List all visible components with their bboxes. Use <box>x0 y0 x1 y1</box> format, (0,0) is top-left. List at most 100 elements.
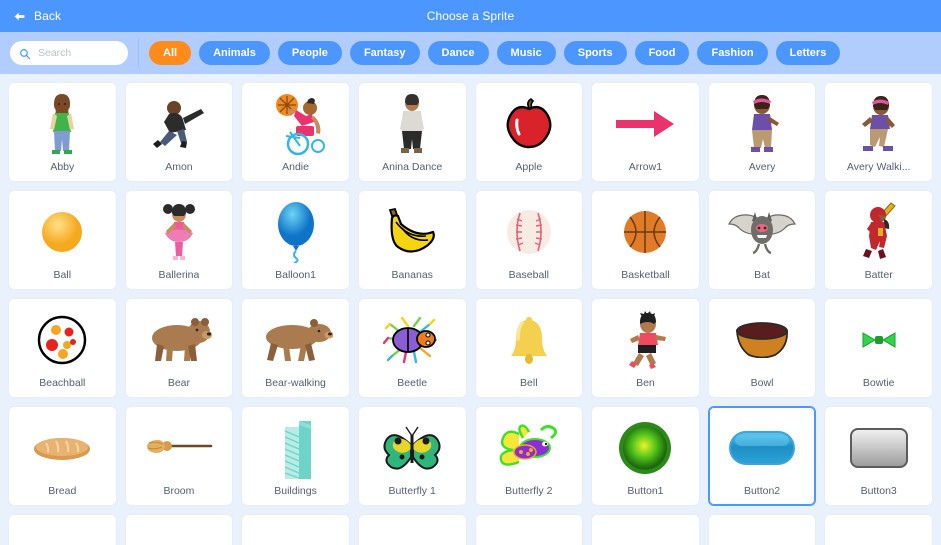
sprite-card-ballerina[interactable]: Ballerina <box>124 190 234 290</box>
sprite-card-balloon1[interactable]: Balloon1 <box>241 190 350 290</box>
sprite-card-button3[interactable]: Button3 <box>824 406 933 506</box>
sprite-card-bear[interactable]: Bear <box>124 298 234 398</box>
sprite-label: Butterfly 2 <box>505 485 553 497</box>
basketball-icon <box>592 191 699 269</box>
broom-icon <box>126 407 233 485</box>
sprite-label: Button1 <box>627 485 664 497</box>
sprite-label: Broom <box>163 485 195 497</box>
tag-music[interactable]: Music <box>496 41 556 65</box>
sprite-card-arrow1[interactable]: Arrow1 <box>591 82 700 182</box>
tag-food[interactable]: Food <box>634 41 690 65</box>
bear-walking-icon <box>242 299 349 377</box>
sprite-card[interactable] <box>824 514 933 545</box>
sprite-label: Bowl <box>750 377 774 389</box>
sprite-label: Abby <box>50 161 75 173</box>
person-anina-dance-icon <box>359 83 466 161</box>
sprite-grid-scroll[interactable]: Abby Amon Andie Anina Dance Apple Arrow1… <box>0 74 941 545</box>
sprite-card-bread[interactable]: Bread <box>8 406 117 506</box>
sprite-card-broom[interactable]: Broom <box>124 406 234 506</box>
sprite-card-avery-walki[interactable]: Avery Walki... <box>824 82 933 182</box>
filter-divider <box>138 38 139 68</box>
sprite-card-butterfly-1[interactable]: Butterfly 1 <box>357 406 467 506</box>
tag-fantasy[interactable]: Fantasy <box>349 41 420 65</box>
sprite-card-button1[interactable]: Button1 <box>591 406 700 506</box>
sprite-card[interactable] <box>357 514 467 545</box>
sprite-card-bear-walking[interactable]: Bear-walking <box>241 298 350 398</box>
sprite-label: Bananas <box>391 269 433 281</box>
bat-icon <box>709 191 816 269</box>
bell-icon <box>476 299 583 377</box>
button-blue-pill-icon <box>709 407 816 485</box>
sprite-card-avery[interactable]: Avery <box>707 82 817 182</box>
sprite-card-andie[interactable]: Andie <box>241 82 350 182</box>
tag-sports[interactable]: Sports <box>563 41 627 65</box>
sprite-card-bat[interactable]: Bat <box>707 190 817 290</box>
sprite-label: Batter <box>864 269 893 281</box>
sprite-card-beachball[interactable]: Beachball <box>8 298 117 398</box>
sprite-card[interactable] <box>8 514 117 545</box>
back-button[interactable]: Back <box>13 9 61 23</box>
sprite-label: Ballerina <box>158 269 200 281</box>
person-amon-icon <box>126 83 233 161</box>
beachball-icon <box>9 299 116 377</box>
arrow-right-icon <box>592 83 699 161</box>
sprite-card-abby[interactable]: Abby <box>8 82 117 182</box>
sprite-card[interactable] <box>474 514 584 545</box>
sprite-card-basketball[interactable]: Basketball <box>591 190 700 290</box>
person-avery-walking-icon <box>825 83 932 161</box>
bear-icon <box>126 299 233 377</box>
arrow-left-icon <box>13 10 26 23</box>
bowl-icon <box>709 299 816 377</box>
apple-icon <box>476 83 583 161</box>
bread-icon <box>9 407 116 485</box>
sprite-card-beetle[interactable]: Beetle <box>357 298 467 398</box>
tag-animals[interactable]: Animals <box>199 41 270 65</box>
tag-dance[interactable]: Dance <box>427 41 489 65</box>
tag-letters[interactable]: Letters <box>775 41 841 65</box>
tag-list: All Animals People Fantasy Dance Music Sports F… <box>149 41 841 65</box>
search-input[interactable] <box>38 47 119 59</box>
balloon-icon <box>242 191 349 269</box>
sprite-card-bell[interactable]: Bell <box>474 298 584 398</box>
sprite-card-butterfly-2[interactable]: Butterfly 2 <box>474 406 584 506</box>
sprite-card-amon[interactable]: Amon <box>124 82 234 182</box>
sprite-card[interactable] <box>707 514 817 545</box>
sprite-label: Butterfly 1 <box>388 485 436 497</box>
sprite-card[interactable] <box>241 514 350 545</box>
sprite-card[interactable] <box>124 514 234 545</box>
sprite-card-bowl[interactable]: Bowl <box>707 298 817 398</box>
dialog-header: Back Choose a Sprite <box>0 0 941 32</box>
search-box[interactable] <box>10 41 128 65</box>
sprite-label: Beachball <box>39 377 86 389</box>
sprite-card-buildings[interactable]: Buildings <box>241 406 350 506</box>
sprite-label: Button2 <box>743 485 781 497</box>
sprite-label: Buildings <box>274 485 317 497</box>
sprite-card-apple[interactable]: Apple <box>474 82 584 182</box>
sprite-label: Bowtie <box>862 377 895 389</box>
sprite-label: Beetle <box>397 377 428 389</box>
tag-fashion[interactable]: Fashion <box>697 41 768 65</box>
person-batter-icon <box>825 191 932 269</box>
button-green-round-icon <box>592 407 699 485</box>
sprite-card-button2[interactable]: Button2 <box>707 406 817 506</box>
sprite-card[interactable] <box>591 514 700 545</box>
bowtie-icon <box>825 299 932 377</box>
sprite-label: Anina Dance <box>382 161 443 173</box>
sprite-card-ball[interactable]: Ball <box>8 190 117 290</box>
sprite-label: Bear-walking <box>265 377 326 389</box>
sprite-card-baseball[interactable]: Baseball <box>474 190 584 290</box>
tag-people[interactable]: People <box>277 41 342 65</box>
person-andie-wheelchair-icon <box>242 83 349 161</box>
button-gray-rect-icon <box>825 407 932 485</box>
sprite-card-bowtie[interactable]: Bowtie <box>824 298 933 398</box>
person-abby-icon <box>9 83 116 161</box>
person-arms-out-icon <box>359 515 466 545</box>
sprite-card-ben[interactable]: Ben <box>591 298 700 398</box>
sprite-card-bananas[interactable]: Bananas <box>357 190 467 290</box>
tag-all[interactable]: All <box>149 41 192 65</box>
sprite-card-anina-dance[interactable]: Anina Dance <box>357 82 467 182</box>
butterfly-2-icon <box>476 407 583 485</box>
person-ben-icon <box>592 299 699 377</box>
person-casey-icon <box>592 515 699 545</box>
sprite-card-batter[interactable]: Batter <box>824 190 933 290</box>
